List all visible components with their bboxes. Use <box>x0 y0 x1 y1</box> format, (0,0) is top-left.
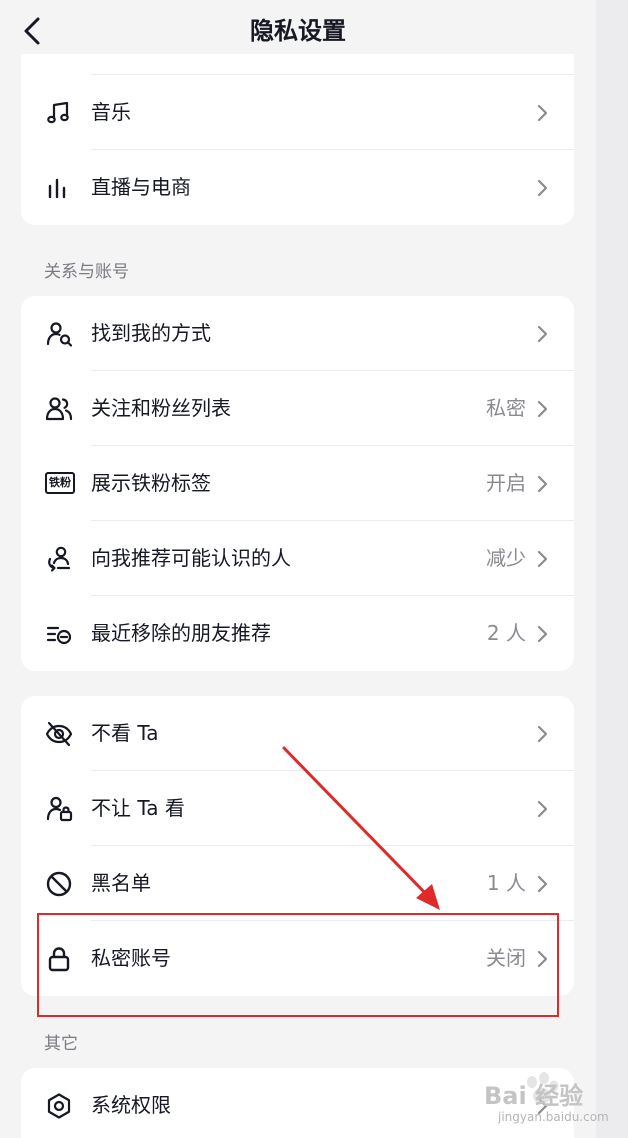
row-label: 音乐 <box>91 100 131 124</box>
chevron-right-icon <box>537 400 548 418</box>
chevron-right-icon <box>537 550 548 568</box>
removed-list-icon <box>46 626 72 645</box>
user-lock-icon <box>46 796 73 822</box>
row-value: 1 人 <box>486 871 526 895</box>
chevron-right-icon <box>537 325 548 343</box>
music-note-icon <box>47 101 69 124</box>
block-icon <box>46 871 72 897</box>
chevron-right-icon <box>537 475 548 493</box>
chevron-right-icon <box>537 625 548 643</box>
row-recommend-people[interactable]: 向我推荐可能认识的人 减少 <box>21 521 574 596</box>
row-music[interactable]: 音乐 <box>21 75 574 150</box>
row-removed-recommendations[interactable]: 最近移除的朋友推荐 2 人 <box>21 596 574 671</box>
row-hide-my-content[interactable]: 不让 Ta 看 <box>21 771 574 846</box>
badge-text: 铁粉 <box>49 476 71 489</box>
row-label: 找到我的方式 <box>91 321 211 345</box>
chevron-right-icon <box>537 179 548 197</box>
row-value: 减少 <box>486 546 526 570</box>
row-label: 黑名单 <box>91 871 151 895</box>
highlight-box <box>37 913 559 1017</box>
row-followers-list[interactable]: 关注和粉丝列表 私密 <box>21 371 574 446</box>
card-media: 音乐 直播与电商 <box>21 54 574 225</box>
row-label: 直播与电商 <box>91 175 191 199</box>
watermark-brand: Bai 经验 <box>484 1082 584 1110</box>
chevron-right-icon <box>537 104 548 122</box>
section-title-relations: 关系与账号 <box>44 262 129 282</box>
chevron-right-icon <box>537 800 548 818</box>
row-label: 不看 Ta <box>91 721 159 745</box>
row-value: 2 人 <box>486 621 526 645</box>
row-blacklist[interactable]: 黑名单 1 人 <box>21 846 574 921</box>
row-hide-from-me[interactable]: 不看 Ta <box>21 696 574 771</box>
section-title-other: 其它 <box>44 1034 78 1054</box>
row-value: 开启 <box>486 471 526 495</box>
row-label: 不让 Ta 看 <box>91 796 185 820</box>
screen-gutter <box>596 0 628 1138</box>
hexagon-settings-icon <box>47 1093 71 1119</box>
followers-icon <box>45 397 73 421</box>
row-label: 关注和粉丝列表 <box>91 396 231 420</box>
recommend-people-icon <box>48 546 71 572</box>
row-live-ecommerce[interactable]: 直播与电商 <box>21 150 574 225</box>
row-iron-fan-badge[interactable]: 铁粉 展示铁粉标签 开启 <box>21 446 574 521</box>
row-label: 展示铁粉标签 <box>91 471 211 495</box>
row-label: 最近移除的朋友推荐 <box>91 621 271 645</box>
row-label: 向我推荐可能认识的人 <box>91 546 291 570</box>
row-label: 系统权限 <box>91 1093 171 1117</box>
top-bar: 隐私设置 <box>0 0 596 62</box>
page-title: 隐私设置 <box>250 17 346 45</box>
find-me-icon <box>46 322 73 347</box>
row-value: 私密 <box>486 396 526 420</box>
watermark-site: jingyan.baidu.com <box>498 1110 609 1124</box>
chevron-right-icon <box>537 725 548 743</box>
chevron-right-icon <box>537 875 548 893</box>
live-bars-icon <box>48 178 66 199</box>
row-find-me[interactable]: 找到我的方式 <box>21 296 574 371</box>
iron-fan-badge-icon: 铁粉 <box>45 472 75 494</box>
eye-off-icon <box>45 721 73 747</box>
card-relations: 找到我的方式 关注和粉丝列表 私密 铁粉 展示铁粉标签 开启 向我推荐可能认识的… <box>21 296 574 671</box>
